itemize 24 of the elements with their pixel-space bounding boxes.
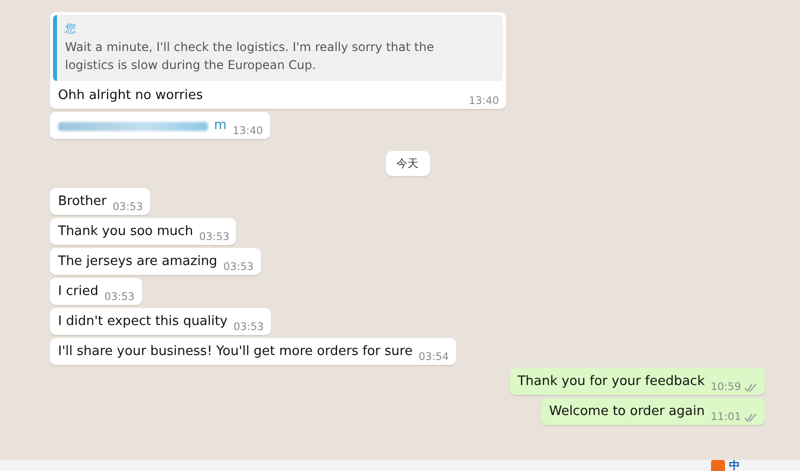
message-text: I cried: [58, 283, 98, 301]
message-text: Ohh alright no worries: [58, 87, 204, 105]
message-text: Brother: [58, 193, 107, 211]
message-text: Thank you soo much: [58, 223, 194, 241]
message-time: 10:59: [710, 381, 741, 393]
message-text: m: [214, 117, 227, 135]
input-method-icon[interactable]: [711, 460, 725, 471]
message-time: 03:53: [234, 321, 264, 333]
message-text: Welcome to order again: [549, 403, 705, 421]
message-time: 03:53: [112, 201, 143, 213]
message-text: I'll share your business! You'll get more orders for sure: [58, 343, 413, 361]
message-time: 11:01: [710, 411, 741, 423]
message-time: 13:40: [468, 95, 499, 107]
message-time: 03:53: [223, 261, 254, 273]
quote-text: Wait a minute, I'll check the logistics. I'm really sorry that the logistics is slow during the European Cup.: [65, 39, 435, 74]
message-time: 03:54: [418, 351, 449, 363]
message-text: Thank you for your feedback: [518, 373, 705, 391]
input-mode-toggle[interactable]: 中: [729, 460, 740, 471]
message-text: I didn't expect this quality: [58, 313, 228, 331]
message-time: 13:40: [232, 125, 263, 137]
message-time: 03:53: [104, 291, 135, 303]
message-time: 03:53: [199, 231, 230, 243]
quote-author: 您: [65, 21, 77, 36]
message-text: The jerseys are amazing: [58, 253, 218, 271]
